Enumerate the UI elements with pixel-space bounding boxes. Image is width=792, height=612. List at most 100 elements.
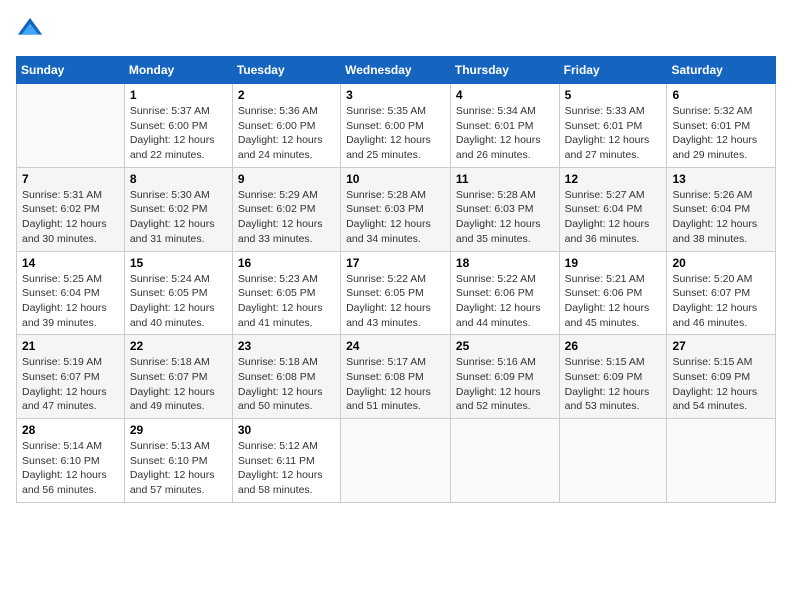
calendar-day-header: Thursday (450, 57, 559, 84)
calendar-cell: 1Sunrise: 5:37 AM Sunset: 6:00 PM Daylig… (124, 84, 232, 168)
calendar-cell: 4 Sunrise: 5:34 AM Sunset: 6:01 PM Daylig… (450, 84, 559, 168)
day-info: Sunrise: 5:35 AM Sunset: 6:00 PM Dayligh… (346, 104, 445, 163)
day-number: 23 (238, 339, 335, 353)
calendar-cell: 28Sunrise: 5:14 AM Sunset: 6:10 PM Dayli… (17, 419, 125, 503)
calendar-cell: 22 Sunrise: 5:18 AM Sunset: 6:07 PM Dayli… (124, 335, 232, 419)
day-info: Sunrise: 5:23 AM Sunset: 6:05 PM Dayligh… (238, 272, 335, 331)
day-number: 21 (22, 339, 119, 353)
day-info: Sunrise: 5:24 AM Sunset: 6:05 PM Dayligh… (130, 272, 227, 331)
day-number: 25 (456, 339, 554, 353)
day-info: Sunrise: 5:31 AM Sunset: 6:02 PM Dayligh… (22, 188, 119, 247)
calendar-week-row: 14 Sunrise: 5:25 AM Sunset: 6:04 PM Dayli… (17, 251, 776, 335)
calendar-cell: 29 Sunrise: 5:13 AM Sunset: 6:10 PM Dayli… (124, 419, 232, 503)
day-info: Sunrise: 5:15 AM Sunset: 6:09 PM Dayligh… (672, 355, 770, 414)
calendar-week-row: 21 Sunrise: 5:19 AM Sunset: 6:07 PM Dayli… (17, 335, 776, 419)
day-number: 26 (565, 339, 662, 353)
day-number: 12 (565, 172, 662, 186)
calendar-cell: 20 Sunrise: 5:20 AM Sunset: 6:07 PM Dayli… (667, 251, 776, 335)
day-info: Sunrise: 5:20 AM Sunset: 6:07 PM Dayligh… (672, 272, 770, 331)
logo (16, 16, 48, 44)
calendar-cell: 6 Sunrise: 5:32 AM Sunset: 6:01 PM Daylig… (667, 84, 776, 168)
day-info: Sunrise: 5:33 AM Sunset: 6:01 PM Dayligh… (565, 104, 662, 163)
calendar-cell: 9 Sunrise: 5:29 AM Sunset: 6:02 PM Daylig… (232, 167, 340, 251)
day-number: 9 (238, 172, 335, 186)
day-number: 6 (672, 88, 770, 102)
calendar-cell: 2 Sunrise: 5:36 AM Sunset: 6:00 PM Daylig… (232, 84, 340, 168)
day-number: 3 (346, 88, 445, 102)
calendar-day-header: Wednesday (341, 57, 451, 84)
day-info: Sunrise: 5:19 AM Sunset: 6:07 PM Dayligh… (22, 355, 119, 414)
calendar-day-header: Monday (124, 57, 232, 84)
calendar-cell: 27 Sunrise: 5:15 AM Sunset: 6:09 PM Dayli… (667, 335, 776, 419)
calendar-cell (450, 419, 559, 503)
day-info: Sunrise: 5:28 AM Sunset: 6:03 PM Dayligh… (456, 188, 554, 247)
day-number: 17 (346, 256, 445, 270)
calendar-day-header: Saturday (667, 57, 776, 84)
day-number: 15 (130, 256, 227, 270)
calendar-cell: 12Sunrise: 5:27 AM Sunset: 6:04 PM Dayli… (559, 167, 667, 251)
calendar-week-row: 1Sunrise: 5:37 AM Sunset: 6:00 PM Daylig… (17, 84, 776, 168)
calendar-cell: 24Sunrise: 5:17 AM Sunset: 6:08 PM Dayli… (341, 335, 451, 419)
day-info: Sunrise: 5:21 AM Sunset: 6:06 PM Dayligh… (565, 272, 662, 331)
calendar-cell: 15 Sunrise: 5:24 AM Sunset: 6:05 PM Dayli… (124, 251, 232, 335)
calendar-cell: 16 Sunrise: 5:23 AM Sunset: 6:05 PM Dayli… (232, 251, 340, 335)
page-header (16, 16, 776, 44)
day-info: Sunrise: 5:28 AM Sunset: 6:03 PM Dayligh… (346, 188, 445, 247)
calendar-cell: 25 Sunrise: 5:16 AM Sunset: 6:09 PM Dayli… (450, 335, 559, 419)
calendar-cell: 26Sunrise: 5:15 AM Sunset: 6:09 PM Dayli… (559, 335, 667, 419)
calendar-cell: 23 Sunrise: 5:18 AM Sunset: 6:08 PM Dayli… (232, 335, 340, 419)
day-number: 4 (456, 88, 554, 102)
day-info: Sunrise: 5:16 AM Sunset: 6:09 PM Dayligh… (456, 355, 554, 414)
day-info: Sunrise: 5:22 AM Sunset: 6:05 PM Dayligh… (346, 272, 445, 331)
day-number: 18 (456, 256, 554, 270)
day-info: Sunrise: 5:32 AM Sunset: 6:01 PM Dayligh… (672, 104, 770, 163)
day-number: 29 (130, 423, 227, 437)
calendar-cell: 21 Sunrise: 5:19 AM Sunset: 6:07 PM Dayli… (17, 335, 125, 419)
day-number: 14 (22, 256, 119, 270)
calendar-cell: 30 Sunrise: 5:12 AM Sunset: 6:11 PM Dayli… (232, 419, 340, 503)
calendar-cell: 3 Sunrise: 5:35 AM Sunset: 6:00 PM Daylig… (341, 84, 451, 168)
day-number: 22 (130, 339, 227, 353)
day-number: 10 (346, 172, 445, 186)
day-number: 20 (672, 256, 770, 270)
calendar-day-header: Friday (559, 57, 667, 84)
calendar-cell (667, 419, 776, 503)
day-info: Sunrise: 5:29 AM Sunset: 6:02 PM Dayligh… (238, 188, 335, 247)
calendar-cell: 8 Sunrise: 5:30 AM Sunset: 6:02 PM Daylig… (124, 167, 232, 251)
day-info: Sunrise: 5:25 AM Sunset: 6:04 PM Dayligh… (22, 272, 119, 331)
day-number: 30 (238, 423, 335, 437)
day-number: 2 (238, 88, 335, 102)
day-number: 19 (565, 256, 662, 270)
calendar-cell (17, 84, 125, 168)
day-info: Sunrise: 5:37 AM Sunset: 6:00 PM Dayligh… (130, 104, 227, 163)
day-info: Sunrise: 5:14 AM Sunset: 6:10 PM Dayligh… (22, 439, 119, 498)
day-info: Sunrise: 5:26 AM Sunset: 6:04 PM Dayligh… (672, 188, 770, 247)
day-info: Sunrise: 5:17 AM Sunset: 6:08 PM Dayligh… (346, 355, 445, 414)
day-info: Sunrise: 5:18 AM Sunset: 6:07 PM Dayligh… (130, 355, 227, 414)
day-number: 13 (672, 172, 770, 186)
day-number: 27 (672, 339, 770, 353)
calendar-header: SundayMondayTuesdayWednesdayThursdayFrid… (17, 57, 776, 84)
calendar-cell (341, 419, 451, 503)
calendar-week-row: 28Sunrise: 5:14 AM Sunset: 6:10 PM Dayli… (17, 419, 776, 503)
day-info: Sunrise: 5:18 AM Sunset: 6:08 PM Dayligh… (238, 355, 335, 414)
calendar-day-header: Tuesday (232, 57, 340, 84)
calendar-cell: 13 Sunrise: 5:26 AM Sunset: 6:04 PM Dayli… (667, 167, 776, 251)
day-info: Sunrise: 5:30 AM Sunset: 6:02 PM Dayligh… (130, 188, 227, 247)
calendar-cell (559, 419, 667, 503)
calendar-cell: 5 Sunrise: 5:33 AM Sunset: 6:01 PM Daylig… (559, 84, 667, 168)
day-info: Sunrise: 5:13 AM Sunset: 6:10 PM Dayligh… (130, 439, 227, 498)
day-number: 16 (238, 256, 335, 270)
day-number: 8 (130, 172, 227, 186)
day-info: Sunrise: 5:22 AM Sunset: 6:06 PM Dayligh… (456, 272, 554, 331)
calendar-day-header: Sunday (17, 57, 125, 84)
day-info: Sunrise: 5:36 AM Sunset: 6:00 PM Dayligh… (238, 104, 335, 163)
calendar-cell: 10 Sunrise: 5:28 AM Sunset: 6:03 PM Dayli… (341, 167, 451, 251)
day-info: Sunrise: 5:12 AM Sunset: 6:11 PM Dayligh… (238, 439, 335, 498)
day-number: 5 (565, 88, 662, 102)
day-info: Sunrise: 5:34 AM Sunset: 6:01 PM Dayligh… (456, 104, 554, 163)
calendar-table: SundayMondayTuesdayWednesdayThursdayFrid… (16, 56, 776, 503)
calendar-cell: 19 Sunrise: 5:21 AM Sunset: 6:06 PM Dayli… (559, 251, 667, 335)
logo-icon (16, 16, 44, 44)
calendar-week-row: 7Sunrise: 5:31 AM Sunset: 6:02 PM Daylig… (17, 167, 776, 251)
